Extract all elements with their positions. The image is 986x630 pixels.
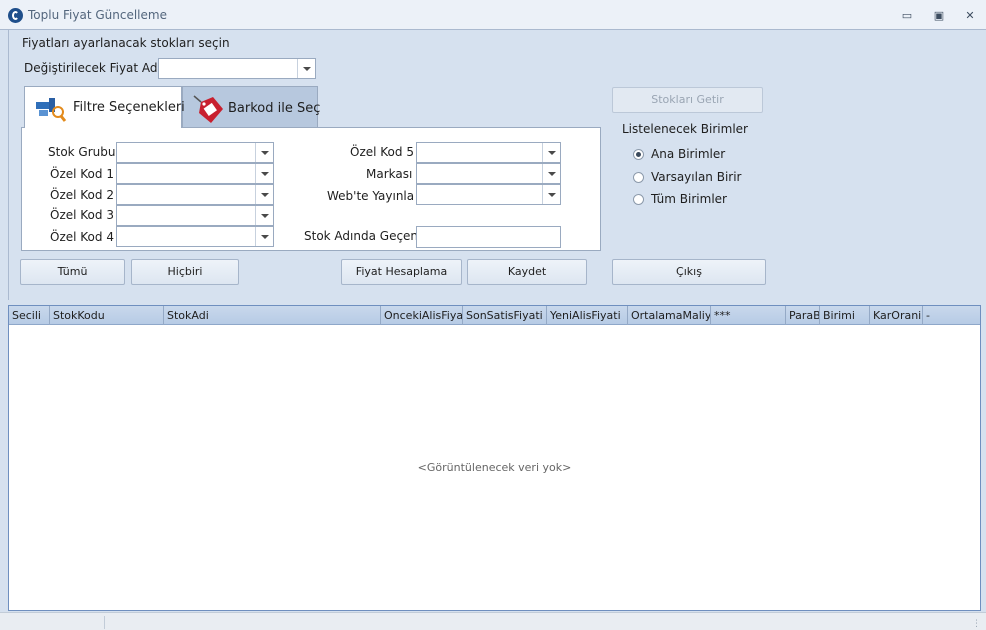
column-header-sonsatisfiyati[interactable]: SonSatisFiyati [463, 306, 547, 325]
webte-yayinla-combo[interactable] [416, 184, 561, 205]
instruction-label: Fiyatları ayarlanacak stokları seçin [22, 36, 230, 50]
chevron-down-icon[interactable] [542, 164, 560, 183]
column-header-dash[interactable]: - [923, 306, 980, 325]
stok-adinda-gecen-label: Stok Adında Geçen [304, 229, 419, 243]
radio-main-units[interactable]: Ana Birimler [633, 147, 773, 165]
column-header-stokkodu[interactable]: StokKodu [50, 306, 164, 325]
restore-icon[interactable]: ▣ [931, 9, 947, 23]
ozel-kod-1-label: Özel Kod 1 [50, 167, 114, 181]
radio-button[interactable] [633, 172, 644, 183]
chevron-down-icon[interactable] [255, 206, 273, 225]
column-header-yenialisfiyati[interactable]: YeniAlisFiyati [547, 306, 628, 325]
exit-button[interactable]: Çıkış [612, 259, 766, 285]
resize-grip-icon[interactable]: ⋮ [972, 619, 982, 629]
column-header-stokadi[interactable]: StokAdi [164, 306, 381, 325]
stok-adinda-gecen-input[interactable] [416, 226, 561, 248]
barcode-tag-icon [193, 95, 223, 123]
stok-grubu-combo[interactable] [116, 142, 274, 163]
chevron-down-icon[interactable] [542, 185, 560, 204]
markasi-label: Markası [366, 167, 413, 181]
column-header-karorani[interactable]: KarOrani [870, 306, 923, 325]
chevron-down-icon[interactable] [255, 227, 273, 246]
radio-default-unit[interactable]: Varsayılan Birir [633, 170, 773, 188]
ozel-kod-3-combo[interactable] [116, 205, 274, 226]
tab-barcode-select[interactable]: Barkod ile Seç [182, 86, 321, 127]
column-header-secili[interactable]: Secili [9, 306, 50, 325]
price-calculation-button[interactable]: Fiyat Hesaplama [341, 259, 462, 285]
close-icon[interactable]: ✕ [962, 9, 978, 23]
tab-filter-options[interactable]: Filtre Seçenekleri [24, 86, 185, 128]
price-name-combo[interactable] [158, 58, 316, 79]
column-header-oncekialisfiyati[interactable]: OncekiAlisFiyati [381, 306, 463, 325]
tab-barcode-label: Barkod ile Seç [228, 101, 321, 116]
select-all-button[interactable]: Tümü [20, 259, 125, 285]
column-header-ortalamamaliyet[interactable]: OrtalamaMaliyet [628, 306, 711, 325]
fetch-stocks-button[interactable]: Stokları Getir [612, 87, 763, 113]
units-title: Listelenecek Birimler [622, 122, 748, 136]
radio-all-units[interactable]: Tüm Birimler [633, 192, 773, 210]
stok-grubu-label: Stok Grubu [48, 145, 116, 159]
column-header-parab[interactable]: ParaB [786, 306, 820, 325]
ozel-kod-5-combo[interactable] [416, 142, 561, 163]
column-header-birimi[interactable]: Birimi [820, 306, 870, 325]
ozel-kod-5-label: Özel Kod 5 [350, 145, 414, 159]
webte-yayinla-label: Web'te Yayınla [327, 189, 415, 203]
grid-header: Secili StokKodu StokAdi OncekiAlisFiyati… [9, 306, 980, 325]
stock-grid[interactable]: Secili StokKodu StokAdi OncekiAlisFiyati… [8, 305, 981, 611]
filter-icon [36, 98, 67, 122]
chevron-down-icon[interactable] [255, 185, 273, 204]
price-name-label: Değiştirilecek Fiyat Adı [24, 61, 161, 75]
app-logo-icon [8, 8, 23, 23]
ozel-kod-2-combo[interactable] [116, 184, 274, 205]
status-divider [104, 616, 105, 629]
ozel-kod-2-label: Özel Kod 2 [50, 188, 114, 202]
ozel-kod-4-label: Özel Kod 4 [50, 230, 114, 244]
chevron-down-icon[interactable] [542, 143, 560, 162]
grid-empty-message: <Görüntülenecek veri yok> [417, 461, 572, 474]
ozel-kod-3-label: Özel Kod 3 [50, 208, 114, 222]
chevron-down-icon[interactable] [255, 143, 273, 162]
select-none-button[interactable]: Hiçbiri [131, 259, 239, 285]
minimize-icon[interactable]: ▭ [899, 9, 915, 23]
markasi-combo[interactable] [416, 163, 561, 184]
ozel-kod-1-combo[interactable] [116, 163, 274, 184]
radio-button[interactable] [633, 149, 644, 160]
save-button[interactable]: Kaydet [467, 259, 587, 285]
radio-button[interactable] [633, 194, 644, 205]
status-bar: ⋮ [0, 612, 986, 630]
tab-filter-label: Filtre Seçenekleri [73, 100, 185, 115]
title-bar: Toplu Fiyat Güncelleme ▭ ▣ ✕ [0, 0, 986, 30]
chevron-down-icon[interactable] [255, 164, 273, 183]
ozel-kod-4-combo[interactable] [116, 226, 274, 247]
column-header-stars[interactable]: *** [711, 306, 786, 325]
chevron-down-icon[interactable] [297, 59, 315, 78]
window-title: Toplu Fiyat Güncelleme [28, 8, 167, 22]
